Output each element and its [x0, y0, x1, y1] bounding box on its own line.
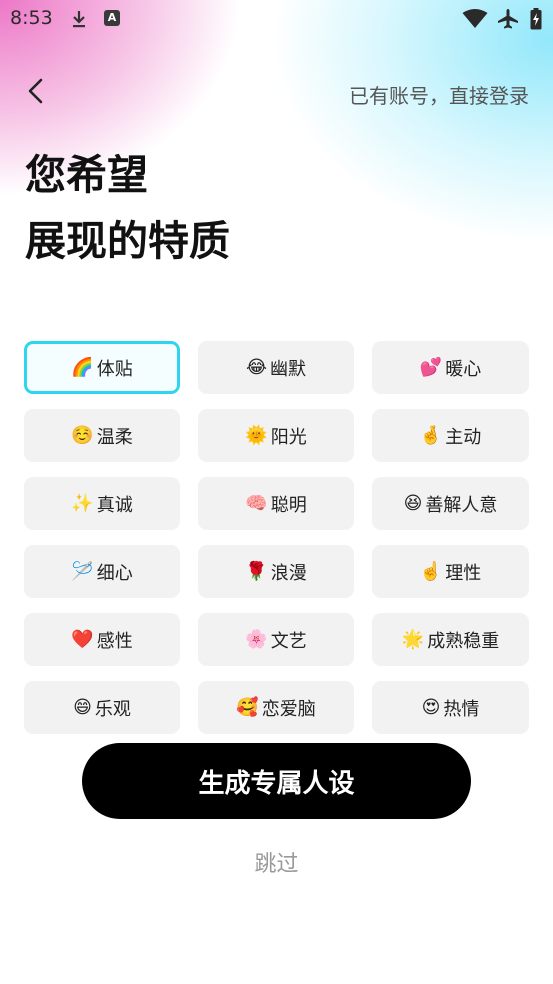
login-link[interactable]: 已有账号，直接登录 [349, 80, 529, 109]
trait-chip[interactable]: ☝️ 理性 [372, 545, 529, 598]
trait-label: 温柔 [96, 426, 133, 448]
back-button[interactable] [22, 76, 52, 106]
trait-label: 阳光 [270, 426, 307, 448]
trait-chip[interactable]: 🤞 主动 [372, 409, 529, 462]
trait-emoji-icon: ✨ [71, 493, 94, 514]
chevron-left-icon [28, 78, 43, 104]
trait-label: 真诚 [96, 494, 133, 516]
trait-emoji-icon: 😂 [245, 357, 268, 378]
trait-label: 体贴 [96, 358, 133, 380]
trait-emoji-icon: 🤞 [419, 425, 443, 446]
trait-label: 细心 [96, 562, 133, 584]
trait-label: 热情 [443, 698, 480, 720]
trait-chip[interactable]: 🌸 文艺 [198, 613, 354, 666]
trait-chip[interactable]: 🌈 体贴 [24, 341, 180, 394]
trait-chip[interactable]: 💕 暖心 [372, 341, 529, 394]
trait-label: 浪漫 [270, 562, 307, 584]
trait-chip[interactable]: 😂 幽默 [198, 341, 354, 394]
trait-label: 聪明 [270, 494, 307, 516]
trait-chip[interactable]: 😍 热情 [372, 681, 529, 734]
trait-emoji-icon: 💕 [419, 357, 443, 378]
wifi-icon [462, 9, 488, 33]
trait-chip[interactable]: ☺️ 温柔 [24, 409, 180, 462]
trait-chip[interactable]: 🌞 阳光 [198, 409, 354, 462]
trait-chip[interactable]: 😆 善解人意 [372, 477, 529, 530]
status-bar: 8:53 A [0, 0, 553, 38]
trait-emoji-icon: 😄 [73, 697, 92, 718]
app-notification-icon: A [104, 10, 120, 26]
trait-label: 善解人意 [425, 494, 498, 516]
trait-label: 乐观 [94, 698, 131, 720]
trait-label: 暖心 [445, 358, 482, 380]
airplane-mode-icon [496, 8, 520, 34]
trait-label: 幽默 [270, 358, 307, 380]
trait-emoji-icon: 🌸 [245, 629, 268, 650]
status-time: 8:53 [10, 7, 53, 29]
trait-label: 恋爱脑 [261, 698, 316, 720]
trait-emoji-icon: 🌟 [401, 629, 425, 650]
trait-chip[interactable]: 🥰 恋爱脑 [198, 681, 354, 734]
trait-chip[interactable]: ❤️ 感性 [24, 613, 180, 666]
trait-emoji-icon: ☝️ [419, 561, 443, 582]
trait-label: 文艺 [270, 630, 307, 652]
trait-chip[interactable]: 🌟 成熟稳重 [372, 613, 529, 666]
page-title: 您希望 展现的特质 [25, 142, 230, 274]
generate-persona-button[interactable]: 生成专属人设 [82, 743, 471, 819]
skip-button[interactable]: 跳过 [0, 846, 553, 878]
trait-label: 主动 [445, 426, 482, 448]
trait-emoji-icon: ☺️ [71, 425, 94, 446]
trait-emoji-icon: 🪡 [71, 561, 94, 582]
title-line-1: 您希望 [25, 151, 148, 199]
trait-chip[interactable]: 🌹 浪漫 [198, 545, 354, 598]
download-icon [70, 9, 88, 33]
trait-grid: 🌈 体贴 😂 幽默 💕 暖心 ☺️ 温柔 🌞 阳光 🤞 主动 ✨ 真诚 🧠 聪明 😆 善解人意 🪡 细心 🌹 浪漫 ☝️ 理性… [24, 341, 530, 734]
trait-label: 成熟稳重 [427, 630, 500, 652]
trait-label: 感性 [96, 630, 133, 652]
trait-emoji-icon: ❤️ [71, 629, 94, 650]
trait-chip[interactable]: ✨ 真诚 [24, 477, 180, 530]
trait-emoji-icon: 🌹 [245, 561, 268, 582]
trait-emoji-icon: 🌞 [245, 425, 268, 446]
trait-chip[interactable]: 😄 乐观 [24, 681, 180, 734]
battery-charging-icon [530, 8, 542, 34]
trait-chip[interactable]: 🪡 细心 [24, 545, 180, 598]
title-line-2: 展现的特质 [25, 217, 230, 265]
trait-emoji-icon: 🧠 [245, 493, 268, 514]
trait-emoji-icon: 😍 [421, 697, 441, 718]
trait-emoji-icon: 🌈 [71, 357, 94, 378]
trait-chip[interactable]: 🧠 聪明 [198, 477, 354, 530]
trait-emoji-icon: 😆 [403, 493, 423, 514]
trait-emoji-icon: 🥰 [236, 697, 259, 718]
trait-label: 理性 [445, 562, 482, 584]
